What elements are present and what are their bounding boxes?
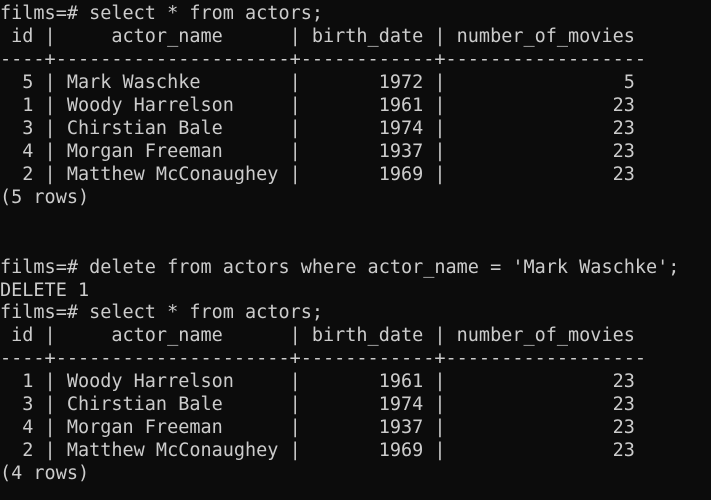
table-header: id | actor_name | birth_date | number_of… <box>0 26 635 47</box>
table-header: id | actor_name | birth_date | number_of… <box>0 325 635 346</box>
row-count: (5 rows) <box>0 187 90 208</box>
command-line: films=# select * from actors; <box>0 3 324 24</box>
table-row: 2 | Matthew McConaughey | 1969 | 23 <box>0 164 635 185</box>
table-row: 1 | Woody Harrelson | 1961 | 23 <box>0 371 635 392</box>
table-row: 1 | Woody Harrelson | 1961 | 23 <box>0 95 635 116</box>
command-result: DELETE 1 <box>0 280 90 301</box>
command-line: films=# delete from actors where actor_n… <box>0 257 680 278</box>
table-separator: ----+---------------------+------------+… <box>0 49 647 70</box>
row-count: (4 rows) <box>0 463 90 484</box>
command-line: films=# select * from actors; <box>0 302 324 323</box>
table-row: 5 | Mark Waschke | 1972 | 5 <box>0 72 635 93</box>
table-row: 2 | Matthew McConaughey | 1969 | 23 <box>0 440 635 461</box>
table-row: 4 | Morgan Freeman | 1937 | 23 <box>0 417 635 438</box>
table-separator: ----+---------------------+------------+… <box>0 348 647 369</box>
table-row: 3 | Chirstian Bale | 1974 | 23 <box>0 394 635 415</box>
table-row: 3 | Chirstian Bale | 1974 | 23 <box>0 118 635 139</box>
table-row: 4 | Morgan Freeman | 1937 | 23 <box>0 141 635 162</box>
terminal-window[interactable]: films=# select * from actors; id | actor… <box>0 0 711 500</box>
